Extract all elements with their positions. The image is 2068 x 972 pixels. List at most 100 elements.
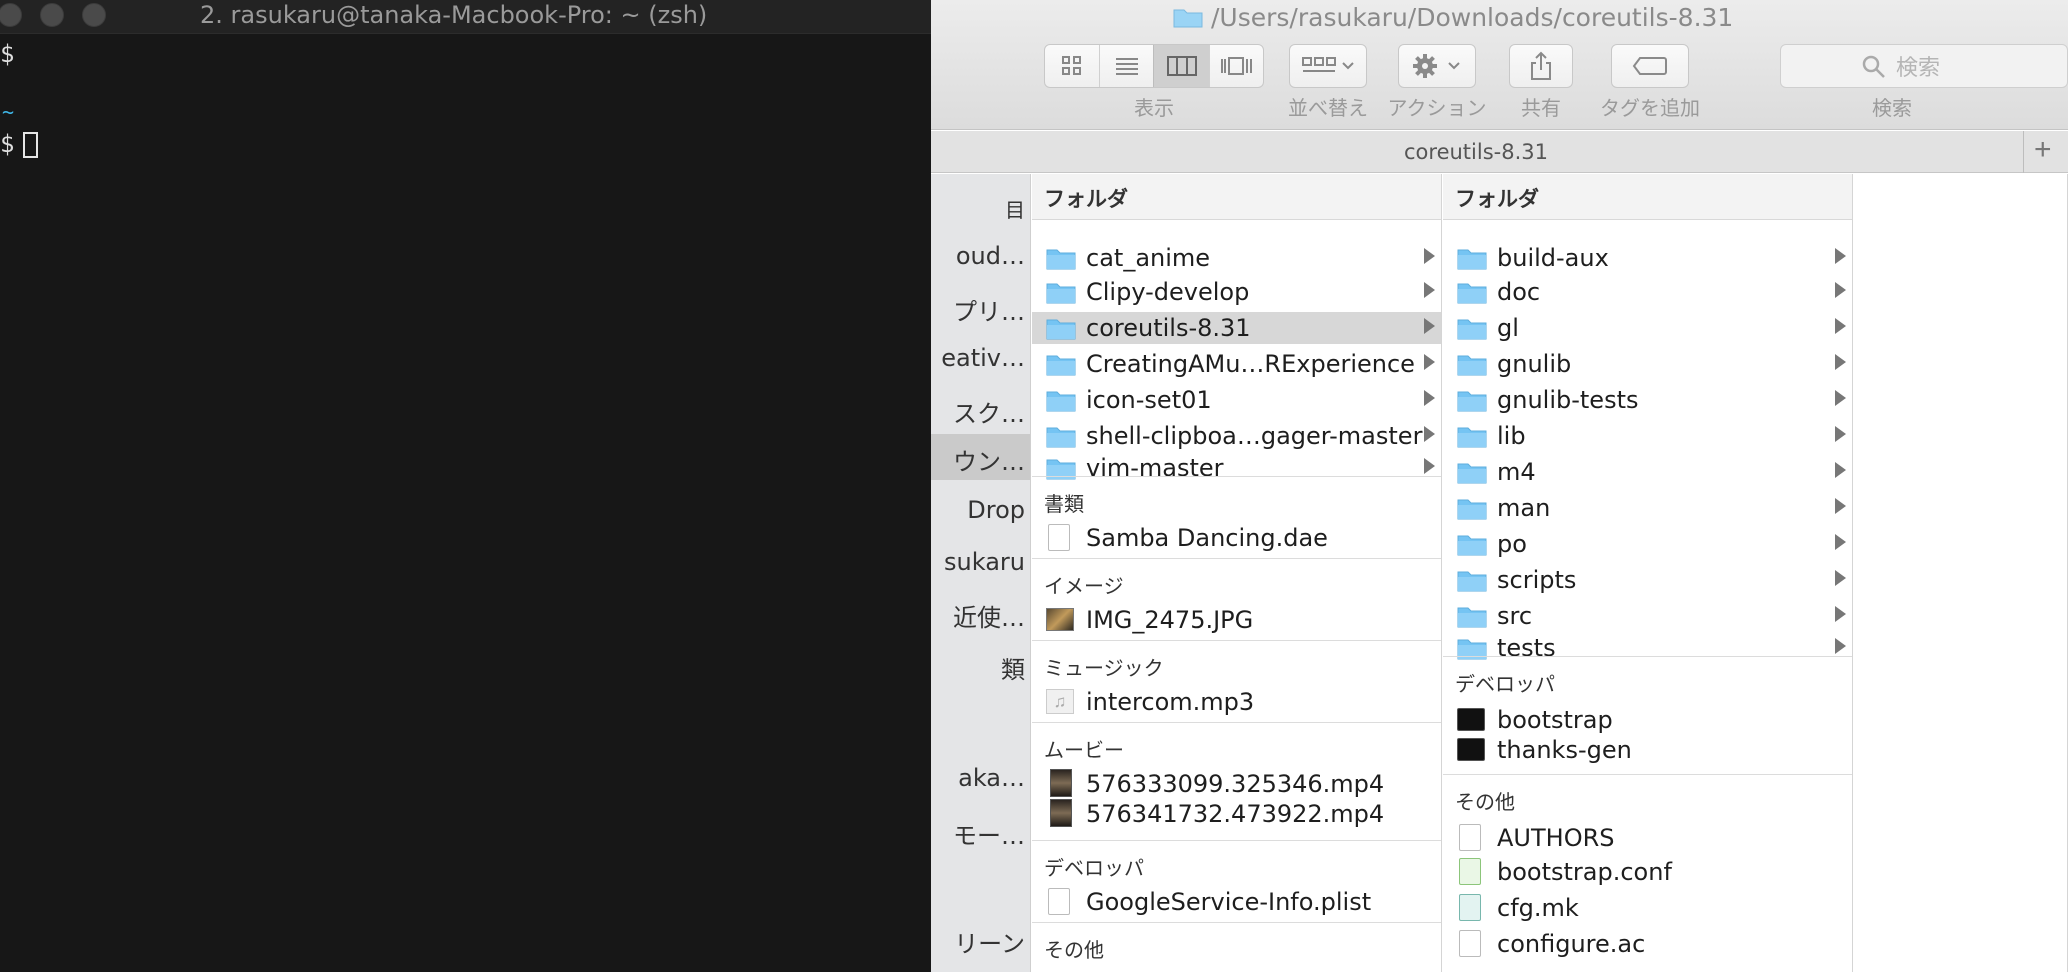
group-divider: [1443, 774, 1852, 775]
sidebar-item-device[interactable]: aka…: [931, 756, 1030, 802]
group-title-music: ミュージック: [1044, 656, 1164, 680]
icon-view-button[interactable]: [1045, 45, 1099, 87]
column-coreutils[interactable]: フォルダ build-aux doc gl gnulib gnulib-tests lib…: [1443, 174, 1853, 972]
folder-row[interactable]: vim-master: [1032, 452, 1441, 484]
folder-row[interactable]: gl: [1443, 312, 1852, 344]
sidebar-item-screen[interactable]: リーン: [931, 916, 1030, 962]
folder-name: vim-master: [1086, 454, 1224, 482]
view-label: 表示: [1134, 96, 1174, 120]
sort-button[interactable]: [1289, 44, 1367, 88]
zoom-window-button[interactable]: [82, 3, 106, 27]
folder-row[interactable]: po: [1443, 528, 1852, 560]
terminal-titlebar[interactable]: 2. rasukaru@tanaka-Macbook-Pro: ~ (zsh): [0, 0, 931, 34]
folder-row[interactable]: gnulib: [1443, 348, 1852, 380]
folder-icon: [1173, 9, 1203, 28]
finder-window[interactable]: /Users/rasukaru/Downloads/coreutils-8.31…: [931, 0, 2068, 972]
current-folder-tab[interactable]: coreutils-8.31: [931, 131, 2021, 173]
search-placeholder: 検索: [1896, 56, 1941, 81]
search-icon: [1862, 55, 1885, 78]
folder-row[interactable]: tests: [1443, 632, 1852, 664]
video-thumbnail-icon: [1050, 799, 1072, 827]
list-item[interactable]: bootstrap: [1443, 704, 1852, 736]
disclosure-arrow-icon: [1424, 426, 1435, 442]
sidebar-item-documents[interactable]: 類: [931, 642, 1030, 688]
sidebar-item-applications[interactable]: プリ…: [931, 284, 1030, 330]
disclosure-arrow-icon: [1424, 248, 1435, 264]
list-item[interactable]: 576341732.473922.mp4: [1032, 798, 1441, 830]
list-item[interactable]: Samba Dancing.dae: [1032, 522, 1441, 554]
folder-row[interactable]: coreutils-8.31: [1032, 312, 1441, 344]
list-item[interactable]: configure.ac: [1443, 928, 1852, 960]
folder-row[interactable]: scripts: [1443, 564, 1852, 596]
folder-icon: [1457, 391, 1487, 412]
minimize-window-button[interactable]: [40, 3, 64, 27]
share-button[interactable]: [1509, 44, 1573, 88]
new-tab-button[interactable]: +: [2034, 133, 2052, 167]
folder-row[interactable]: doc: [1443, 276, 1852, 308]
view-segmented-control[interactable]: [1044, 44, 1264, 88]
tag-icon: [1632, 57, 1667, 75]
group-title-other: その他: [1044, 938, 1104, 962]
folder-row[interactable]: src: [1443, 600, 1852, 632]
folder-icon: [1046, 355, 1076, 376]
folder-row[interactable]: icon-set01: [1032, 384, 1441, 416]
group-divider: [1032, 558, 1441, 559]
folder-row[interactable]: cat_anime: [1032, 242, 1441, 274]
sidebar-item-mode[interactable]: モー…: [931, 808, 1030, 854]
list-item[interactable]: GoogleService-Info.plist: [1032, 886, 1441, 918]
list-item[interactable]: ♫ intercom.mp3: [1032, 686, 1441, 718]
folder-name: src: [1497, 602, 1533, 630]
folder-row[interactable]: shell-clipboa…gager-master: [1032, 420, 1441, 452]
close-window-button[interactable]: [0, 3, 22, 27]
sidebar-item-creative-cloud[interactable]: eativ…: [931, 336, 1030, 382]
list-item[interactable]: 576333099.325346.mp4: [1032, 768, 1441, 800]
folder-name: shell-clipboa…gager-master: [1086, 422, 1423, 450]
search-label: 検索: [1872, 96, 1912, 120]
folder-name: tests: [1497, 634, 1556, 662]
executable-file-icon: [1457, 738, 1485, 761]
action-button[interactable]: [1398, 44, 1476, 88]
column-empty[interactable]: [1854, 174, 2068, 972]
list-item[interactable]: AUTHORS: [1443, 822, 1852, 854]
folder-row[interactable]: CreatingAMu…RExperience: [1032, 348, 1441, 380]
sidebar-item-downloads[interactable]: ウン…: [931, 434, 1030, 480]
sidebar-item-airdrop[interactable]: Drop: [931, 488, 1030, 534]
folder-name: cat_anime: [1086, 244, 1211, 272]
column-view-button[interactable]: [1153, 45, 1209, 87]
folder-name: gnulib-tests: [1497, 386, 1639, 414]
disclosure-arrow-icon: [1835, 638, 1846, 654]
folder-icon: [1457, 499, 1487, 520]
folder-icon: [1046, 391, 1076, 412]
add-tag-button[interactable]: [1611, 44, 1689, 88]
folder-row[interactable]: build-aux: [1443, 242, 1852, 274]
list-item[interactable]: cfg.mk: [1443, 892, 1852, 924]
group-divider: [1032, 840, 1441, 841]
list-view-button[interactable]: [1099, 45, 1153, 87]
group-divider: [1443, 656, 1852, 657]
folder-row[interactable]: man: [1443, 492, 1852, 524]
sidebar-item-icloud[interactable]: oud…: [931, 234, 1030, 280]
list-item[interactable]: IMG_2475.JPG: [1032, 604, 1441, 636]
sidebar-item-home[interactable]: sukaru: [931, 540, 1030, 586]
folder-row[interactable]: gnulib-tests: [1443, 384, 1852, 416]
folder-row[interactable]: m4: [1443, 456, 1852, 488]
sidebar-item-recents[interactable]: 近使…: [931, 590, 1030, 636]
executable-file-icon: [1457, 708, 1485, 731]
gallery-view-button[interactable]: [1209, 45, 1263, 87]
disclosure-arrow-icon: [1835, 318, 1846, 334]
list-item[interactable]: thanks-gen: [1443, 734, 1852, 766]
folder-row[interactable]: Clipy-develop: [1032, 276, 1441, 308]
text-file-icon: [1459, 930, 1481, 957]
list-item[interactable]: bootstrap.conf: [1443, 856, 1852, 888]
text-file-icon: [1459, 824, 1481, 851]
terminal-cursor[interactable]: [23, 132, 38, 158]
tab-divider: [2023, 131, 2024, 173]
column-downloads[interactable]: フォルダ cat_anime Clipy-develop coreutils-8.3…: [1032, 174, 1442, 972]
folder-icon: [1457, 571, 1487, 592]
window-title: /Users/rasukaru/Downloads/coreutils-8.31: [1211, 3, 1734, 32]
disclosure-arrow-icon: [1835, 426, 1846, 442]
sidebar-item-desktop[interactable]: スク…: [931, 386, 1030, 432]
terminal-window[interactable]: 2. rasukaru@tanaka-Macbook-Pro: ~ (zsh) …: [0, 0, 931, 972]
folder-row[interactable]: lib: [1443, 420, 1852, 452]
group-title-movies: ムービー: [1044, 738, 1124, 762]
